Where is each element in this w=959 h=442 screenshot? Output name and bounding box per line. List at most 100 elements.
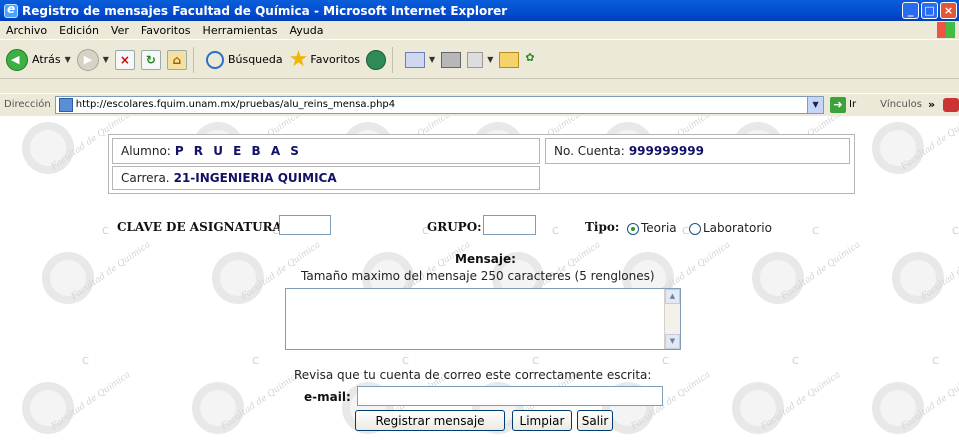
edit-dropdown-icon[interactable]: ▼ [487, 55, 493, 64]
limpiar-button[interactable]: Limpiar [512, 410, 572, 431]
alumno-value: P R U E B A S [174, 144, 302, 158]
email-input[interactable] [357, 386, 663, 406]
registrar-mensaje-button[interactable]: Registrar mensaje [355, 410, 505, 431]
go-button[interactable]: ➜ Ir [830, 96, 857, 113]
watermark-seal: CFacultad de Química [180, 356, 302, 442]
mensaje-textarea[interactable]: ▲ ▼ [285, 288, 681, 350]
links-label[interactable]: Vínculos [880, 99, 922, 110]
toolbar-extension-icon[interactable] [943, 97, 959, 112]
search-label: Búsqueda [227, 53, 283, 66]
mensaje-label: Mensaje: [455, 252, 516, 266]
forward-button[interactable]: ▼ [76, 48, 109, 71]
menu-bar: Archivo Edición Ver Favoritos Herramient… [0, 21, 959, 40]
cuenta-label: No. Cuenta: [554, 144, 625, 158]
window-controls: _ □ × [902, 2, 957, 19]
cuenta-value: 999999999 [628, 144, 704, 158]
address-label: Dirección [4, 99, 51, 110]
textarea-scrollbar[interactable]: ▲ ▼ [664, 289, 680, 349]
alumno-field: Alumno: P R U E B A S [112, 138, 540, 164]
browser-toolbar: Atrás ▼ ▼ × ↻ ⌂ Búsqueda ★ Favoritos ▼ ▼… [0, 41, 959, 79]
watermark-seal: CFacultad de Química [10, 356, 132, 442]
watermark-seal: CFacultad de Química [30, 226, 152, 316]
watermark-seal: CFacultad de Química [740, 226, 862, 316]
watermark-seal: CFacultad de Química [720, 356, 842, 442]
address-input[interactable]: http://escolares.fquim.unam.mx/pruebas/a… [54, 95, 825, 114]
radio-teoria[interactable] [627, 222, 639, 235]
address-url: http://escolares.fquim.unam.mx/pruebas/a… [75, 99, 396, 110]
home-icon: ⌂ [166, 49, 187, 70]
menu-edicion[interactable]: Edición [53, 24, 105, 37]
search-icon [205, 50, 224, 69]
edit-button[interactable]: ▼ [467, 51, 493, 68]
links-chevron-icon[interactable]: » [928, 98, 935, 111]
carrera-label: Carrera. [121, 171, 170, 185]
media-icon [366, 49, 387, 70]
minimize-button[interactable]: _ [902, 2, 919, 19]
back-label: Atrás [32, 53, 61, 66]
alumno-label: Alumno: [121, 144, 171, 158]
home-button[interactable]: ⌂ [166, 49, 187, 70]
refresh-icon: ↻ [140, 49, 161, 70]
forward-dropdown-icon[interactable]: ▼ [103, 55, 109, 64]
scroll-up-icon[interactable]: ▲ [665, 289, 680, 304]
back-arrow-icon [6, 48, 28, 71]
page-content: CFacultad de QuímicaCFacultad de Química… [0, 116, 959, 442]
scroll-down-icon[interactable]: ▼ [665, 334, 680, 349]
menu-favoritos[interactable]: Favoritos [135, 24, 197, 37]
address-bar: Dirección http://escolares.fquim.unam.mx… [0, 93, 959, 115]
folder-button[interactable] [499, 51, 520, 68]
refresh-button[interactable]: ↻ [140, 49, 161, 70]
mail-icon [405, 51, 426, 68]
menu-ver[interactable]: Ver [105, 24, 135, 37]
favorites-button[interactable]: ★ Favoritos [288, 46, 361, 72]
carrera-value: 21-INGENIERIA QUIMICA [173, 171, 337, 185]
search-button[interactable]: Búsqueda [205, 50, 283, 69]
mail-dropdown-icon[interactable]: ▼ [429, 55, 435, 64]
favorites-star-icon: ★ [288, 46, 309, 72]
folder-icon [499, 51, 520, 68]
back-button[interactable]: Atrás ▼ [6, 48, 71, 71]
media-button[interactable] [366, 49, 387, 70]
go-label: Ir [849, 99, 857, 110]
cuenta-field: No. Cuenta: 999999999 [545, 138, 850, 164]
page-icon [58, 97, 73, 112]
mensaje-hint: Tamaño maximo del mensaje 250 caracteres… [301, 269, 655, 283]
window-title: Registro de mensajes Facultad de Química… [22, 3, 508, 18]
address-dropdown-icon[interactable]: ▼ [807, 96, 824, 113]
printer-icon [441, 51, 462, 68]
toolbar-separator [192, 46, 194, 73]
tipo-label: Tipo: [585, 220, 620, 234]
watermark-seal: CFacultad de Química [200, 226, 322, 316]
salir-button[interactable]: Salir [577, 410, 613, 431]
watermark-seal: CFacultad de Química [10, 116, 132, 186]
grupo-input[interactable] [483, 215, 536, 235]
maximize-button[interactable]: □ [921, 2, 938, 19]
tipo-option-teoria[interactable]: Teoria [627, 221, 677, 235]
stop-button[interactable]: × [114, 49, 135, 70]
print-button[interactable] [441, 51, 462, 68]
menu-herramientas[interactable]: Herramientas [197, 24, 284, 37]
email-label: e-mail: [304, 390, 351, 404]
menu-archivo[interactable]: Archivo [0, 24, 53, 37]
watermark-seal: CFacultad de Química [860, 356, 959, 442]
carrera-field: Carrera. 21-INGENIERIA QUIMICA [112, 166, 540, 190]
grupo-label: GRUPO: [427, 220, 482, 234]
radio-laboratorio[interactable] [689, 222, 701, 235]
close-button[interactable]: × [940, 2, 957, 19]
tipo-option-laboratorio[interactable]: Laboratorio [689, 221, 772, 235]
messenger-button[interactable]: ✿ [525, 51, 545, 69]
watermark-seal: CFacultad de Química [860, 116, 959, 186]
laboratorio-label: Laboratorio [703, 221, 772, 235]
toolbar-separator [392, 46, 394, 73]
favorites-label: Favoritos [310, 53, 361, 66]
back-dropdown-icon[interactable]: ▼ [65, 55, 71, 64]
stop-icon: × [114, 49, 135, 70]
windows-logo-icon [937, 22, 955, 38]
messenger-icon: ✿ [525, 50, 535, 64]
teoria-label: Teoria [641, 221, 677, 235]
ie-logo-icon [4, 2, 18, 18]
mail-button[interactable]: ▼ [405, 51, 435, 68]
window-title-bar: Registro de mensajes Facultad de Química… [0, 0, 959, 21]
menu-ayuda[interactable]: Ayuda [283, 24, 329, 37]
clave-input[interactable] [279, 215, 331, 235]
